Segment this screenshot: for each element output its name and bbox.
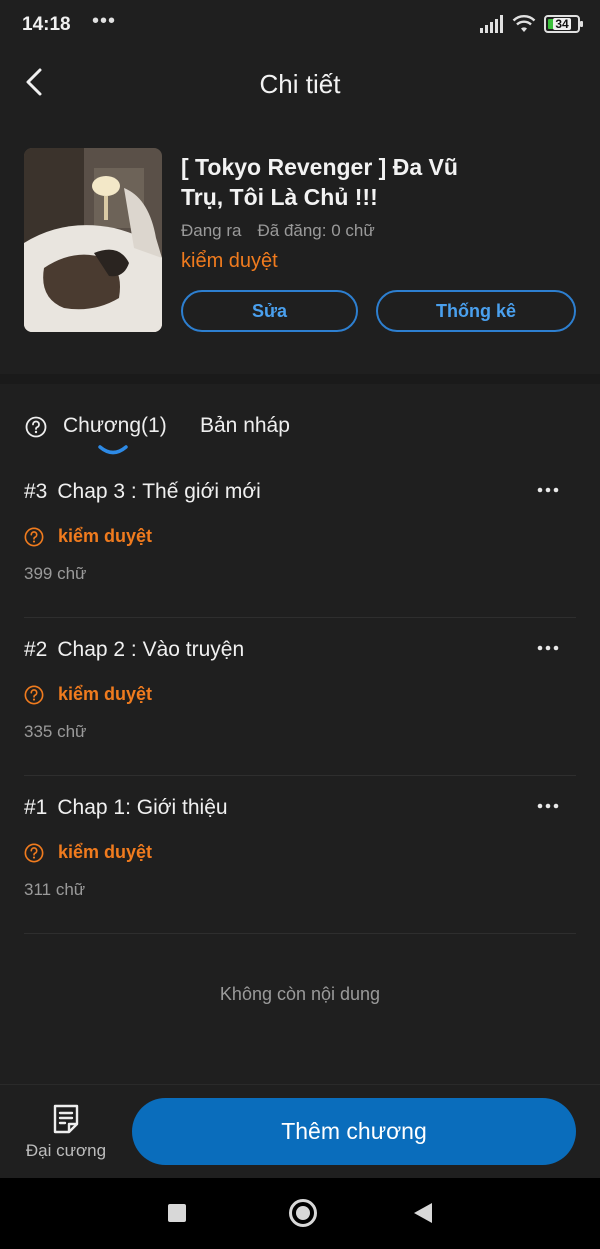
- page-title: Chi tiết: [259, 69, 341, 99]
- chapter-word-count: 311 chữ: [24, 880, 86, 899]
- tab-drafts[interactable]: Bản nháp: [200, 414, 290, 438]
- help-icon[interactable]: [25, 416, 47, 438]
- book-meta: Đang ra Đã đăng: 0 chữ: [181, 221, 375, 241]
- recent-apps-icon[interactable]: [168, 1204, 186, 1222]
- battery-level: 34: [553, 17, 571, 31]
- chapter-item[interactable]: #1 Chap 1: Giới thiệu kiểm duyệt 311 chữ: [24, 776, 576, 934]
- chapter-number: #1: [24, 796, 48, 819]
- chapter-status-label: kiểm duyệt: [58, 526, 153, 546]
- chapter-status-label: kiểm duyệt: [58, 684, 153, 704]
- section-divider: [0, 374, 600, 384]
- tab-chapters[interactable]: Chương(1): [63, 414, 167, 438]
- chapter-name: Chap 2 : Vào truyện: [57, 638, 245, 661]
- help-circle-icon: [24, 527, 44, 546]
- more-options-icon[interactable]: [536, 478, 560, 502]
- app-header: Chi tiết: [0, 52, 600, 116]
- help-circle-icon: [24, 685, 44, 704]
- chapter-title: #2 Chap 2 : Vào truyện: [24, 638, 244, 662]
- notification-dots: •••: [92, 10, 117, 32]
- wifi-icon: [512, 15, 536, 32]
- chapter-title: #1 Chap 1: Giới thiệu: [24, 796, 228, 820]
- chapter-number: #2: [24, 638, 48, 661]
- more-options-icon[interactable]: [536, 636, 560, 660]
- signal-icon: [480, 15, 503, 33]
- book-cover-image[interactable]: [24, 148, 162, 332]
- end-of-list-text: Không còn nội dung: [219, 984, 381, 1004]
- chapter-name: Chap 3 : Thế giới mới: [57, 480, 261, 503]
- battery-icon: 34: [544, 15, 583, 33]
- bottom-action-bar: Đại cương Thêm chương: [0, 1084, 600, 1178]
- edit-button[interactable]: Sửa: [181, 290, 358, 332]
- home-icon[interactable]: [289, 1199, 317, 1227]
- book-state: Đang ra: [181, 221, 242, 240]
- document-list-icon: [53, 1104, 79, 1134]
- chapter-status-label: kiểm duyệt: [58, 842, 153, 862]
- book-word-count: Đã đăng: 0 chữ: [257, 221, 375, 240]
- chapter-name: Chap 1: Giới thiệu: [57, 796, 228, 819]
- chapter-status: kiểm duyệt: [24, 842, 152, 863]
- book-review-status: kiểm duyệt: [181, 250, 278, 272]
- outline-label: Đại cương: [25, 1141, 107, 1160]
- chapter-status: kiểm duyệt: [24, 684, 152, 705]
- tab-active-indicator: [98, 445, 128, 455]
- help-circle-icon: [24, 843, 44, 862]
- tab-bar: Chương(1) Bản nháp: [0, 400, 600, 460]
- status-bar: 14:18 ••• 34: [0, 0, 600, 52]
- chapter-item[interactable]: #3 Chap 3 : Thế giới mới kiểm duyệt 399 c…: [24, 460, 576, 618]
- system-navigation-bar: [0, 1178, 600, 1249]
- chapter-status: kiểm duyệt: [24, 526, 152, 547]
- outline-button[interactable]: Đại cương: [18, 1099, 114, 1169]
- status-time: 14:18: [22, 14, 71, 35]
- book-info-card: [ Tokyo Revenger ] Đa Vũ Trụ, Tôi Là Chủ…: [0, 116, 600, 374]
- more-options-icon[interactable]: [536, 794, 560, 818]
- chapter-word-count: 335 chữ: [24, 722, 87, 741]
- chapter-title: #3 Chap 3 : Thế giới mới: [24, 480, 261, 504]
- chapter-word-count: 399 chữ: [24, 564, 87, 583]
- book-title: [ Tokyo Revenger ] Đa Vũ Trụ, Tôi Là Chủ…: [181, 154, 458, 210]
- chapter-number: #3: [24, 480, 48, 503]
- chapter-item[interactable]: #2 Chap 2 : Vào truyện kiểm duyệt 335 chữ: [24, 618, 576, 776]
- statistics-button[interactable]: Thống kê: [376, 290, 576, 332]
- system-back-icon[interactable]: [414, 1203, 432, 1223]
- add-chapter-button[interactable]: Thêm chương: [132, 1098, 576, 1165]
- status-icons: 34: [480, 15, 583, 33]
